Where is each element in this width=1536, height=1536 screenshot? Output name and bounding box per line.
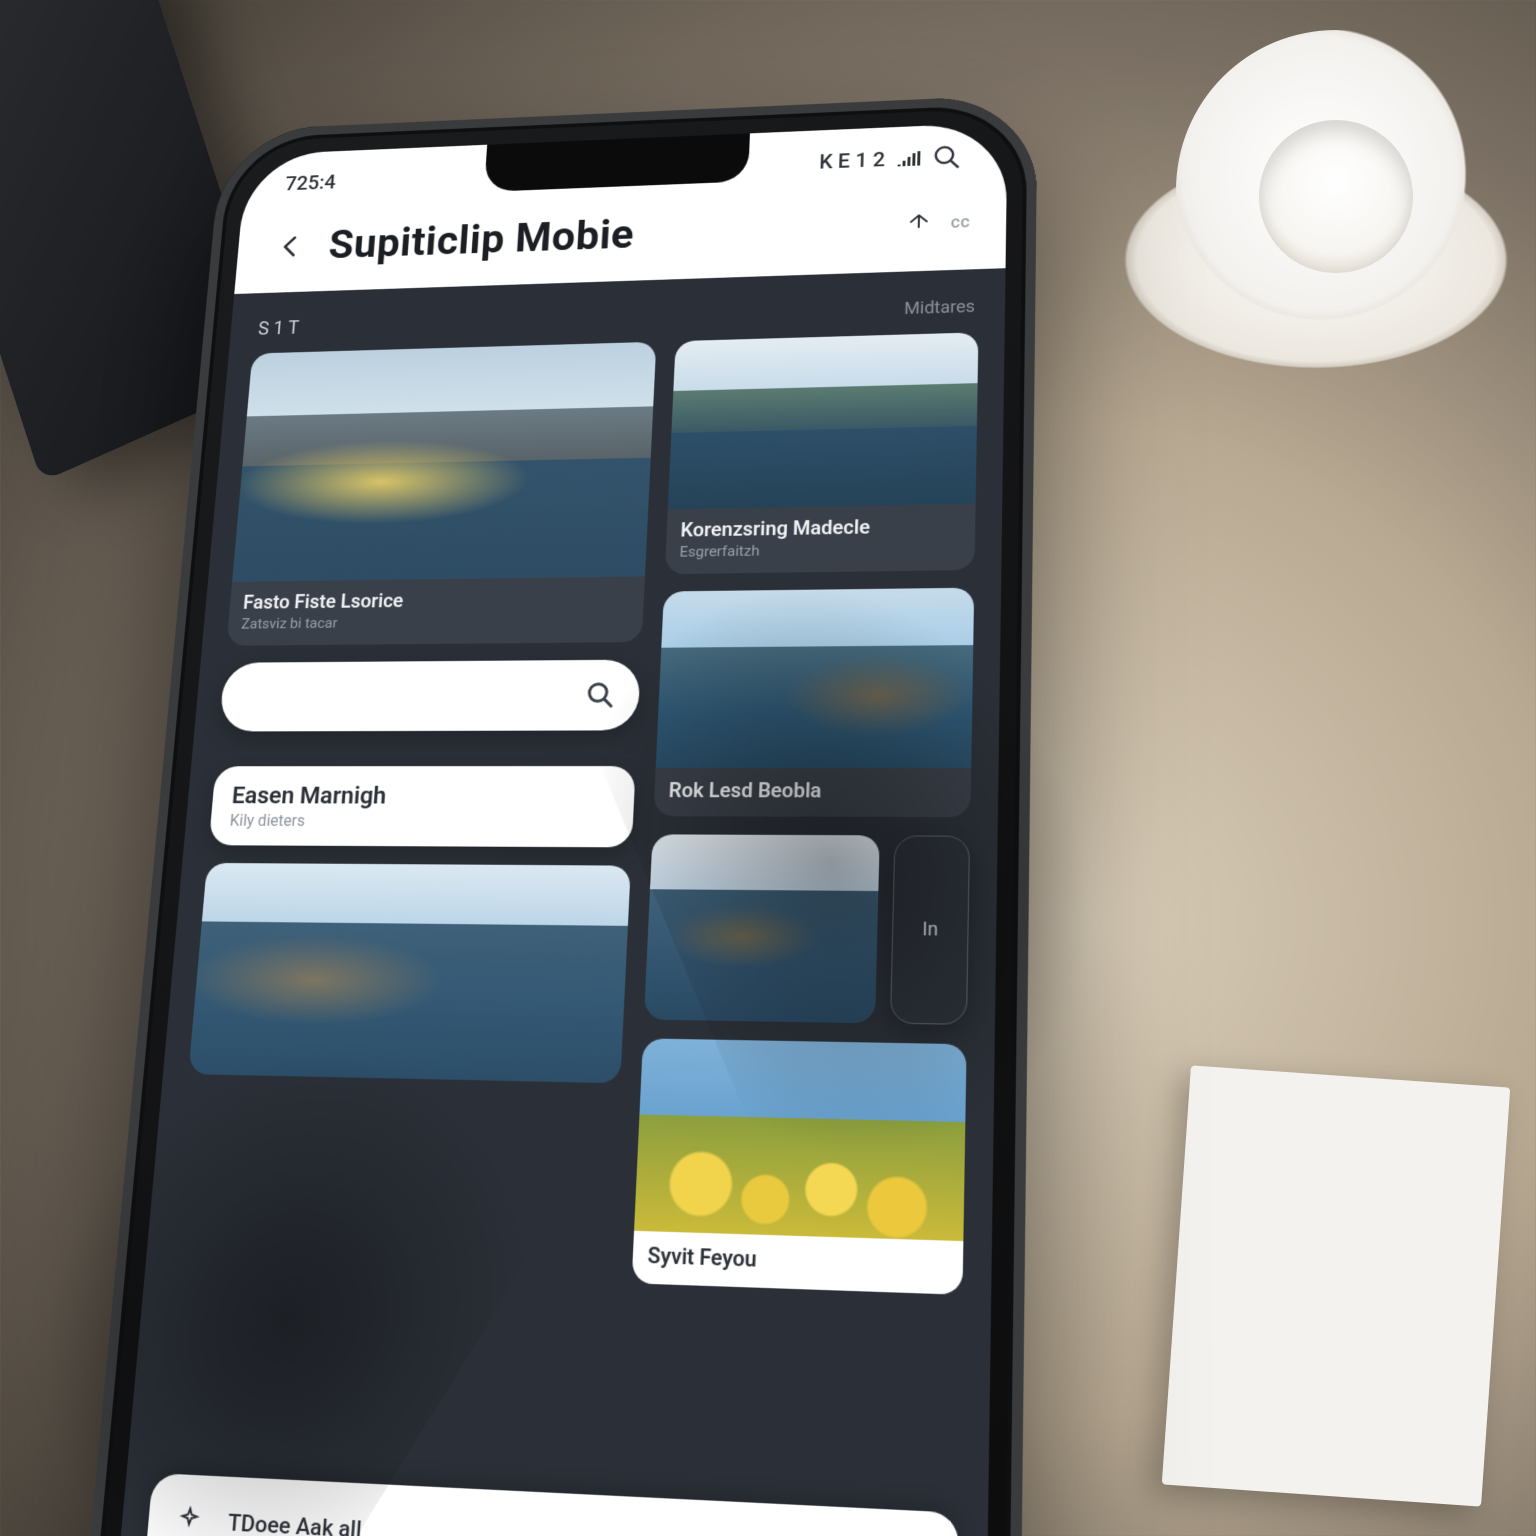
status-clock: 725:4 (284, 171, 336, 195)
app-title: Supiticlip Mobie (327, 211, 635, 268)
card-image (232, 342, 656, 582)
chip-title: Easen Marnigh (231, 782, 615, 810)
signal-icon (897, 151, 921, 166)
status-indicators: K E 1 2 (819, 149, 886, 174)
share-icon[interactable] (907, 212, 931, 235)
search-icon[interactable] (932, 143, 962, 171)
card-subtitle: Zatsviz bi tacar (241, 611, 630, 632)
cc-label: cc (950, 212, 970, 232)
section-tag: S 1 T (257, 317, 300, 340)
chevron-left-icon (276, 233, 305, 260)
phone-frame: 725:4 K E 1 2 Supiticlip Mobie cc S 1 T … (72, 94, 1038, 1536)
card-coastal-fort[interactable]: Fasto Fiste Lsorice Zatsviz bi tacar (226, 342, 656, 646)
section-sub: Midtares (904, 297, 975, 319)
chip-subtitle: Kily dieters (229, 811, 613, 831)
card-title: Fasto Fiste Lsorice (242, 586, 630, 613)
search-input[interactable] (243, 680, 568, 712)
card-title: Syvit Feyou (647, 1242, 948, 1278)
suggestion-chip[interactable]: Easen Marnigh Kily dieters (209, 766, 636, 847)
back-button[interactable] (269, 227, 312, 267)
background-paper (1162, 1065, 1511, 1506)
background-cup (1176, 30, 1496, 350)
section-header: S 1 T Midtares (257, 295, 975, 339)
